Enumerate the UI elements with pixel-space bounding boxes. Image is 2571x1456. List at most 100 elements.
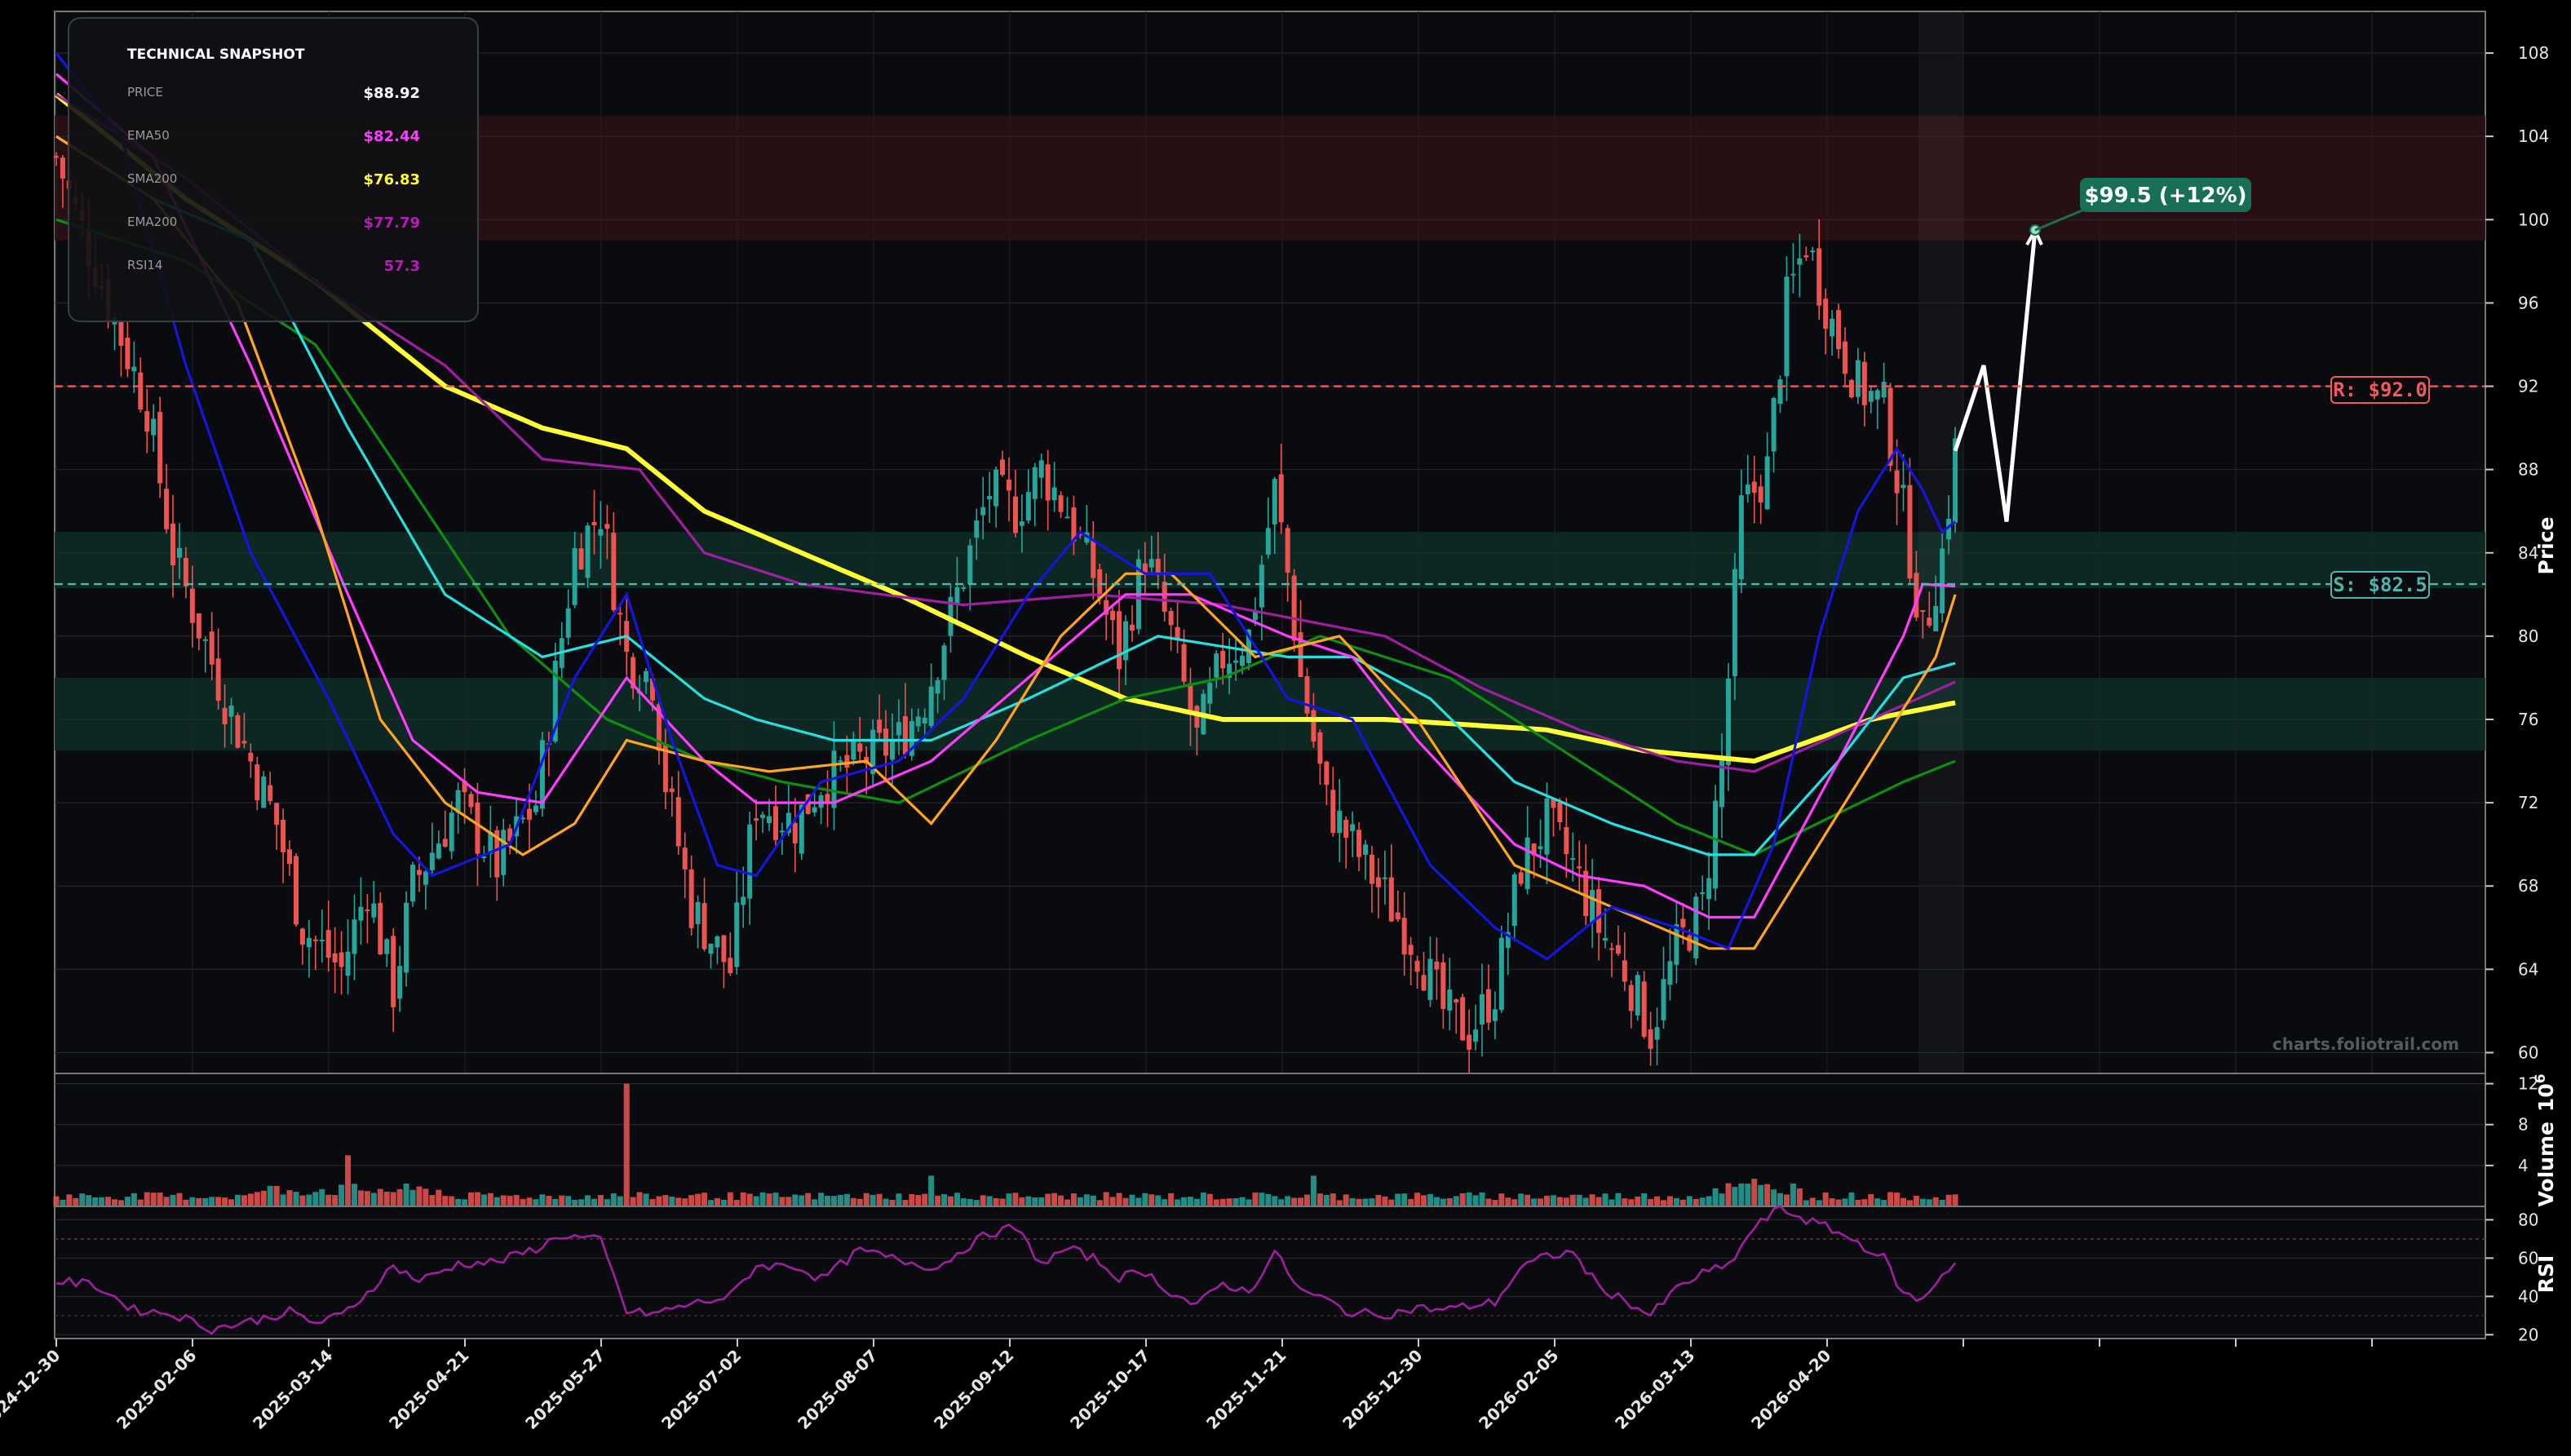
volume-bar: [1926, 1199, 1932, 1206]
candle-body: [1467, 1034, 1472, 1050]
volume-bar: [1615, 1193, 1622, 1206]
snapshot-value: 57.3: [384, 258, 420, 275]
volume-bar: [1524, 1194, 1531, 1206]
snapshot-key: PRICE: [127, 85, 163, 100]
candle-body: [131, 366, 137, 372]
volume-bar: [1679, 1199, 1686, 1206]
candle-body: [533, 805, 538, 812]
candle-body: [734, 902, 740, 967]
candle-body: [371, 903, 377, 918]
volume-bar: [1822, 1192, 1829, 1206]
candle-body: [928, 686, 934, 726]
volume-bar: [286, 1190, 293, 1206]
candle-body: [1596, 889, 1602, 933]
candle-body: [1401, 918, 1407, 955]
candle-body: [1454, 999, 1459, 1002]
snapshot-value: $88.92: [364, 85, 420, 102]
candle-body: [1278, 474, 1284, 523]
candle-body: [1091, 540, 1096, 578]
candle-body: [1803, 254, 1809, 258]
candle-body: [332, 953, 338, 963]
candle-body: [1285, 528, 1290, 573]
volume-bar: [364, 1191, 370, 1206]
volume-bar: [1291, 1197, 1298, 1206]
volume-bar: [1699, 1197, 1706, 1206]
candle-body: [1848, 380, 1854, 398]
volume-bar: [1719, 1193, 1725, 1206]
volume-bar: [805, 1193, 812, 1206]
volume-bar: [662, 1195, 669, 1206]
volume-bar: [1219, 1198, 1226, 1206]
snapshot-value: $82.44: [364, 128, 420, 145]
volume-bar: [759, 1192, 766, 1206]
target-label: $99.5 (+12%): [2080, 178, 2251, 212]
candle-body: [312, 939, 318, 941]
volume-bar: [1666, 1196, 1673, 1206]
candle-body: [1337, 810, 1343, 834]
volume-bar: [86, 1195, 92, 1206]
volume-bar: [247, 1193, 254, 1206]
volume-bar: [1349, 1197, 1356, 1206]
volume-bar: [1025, 1196, 1032, 1206]
candle-body: [1940, 548, 1945, 613]
candle-body: [1485, 989, 1491, 1023]
candle-body: [1473, 1029, 1479, 1042]
candle-body: [896, 722, 901, 736]
volume-bar: [480, 1194, 487, 1206]
volume-bar: [1479, 1192, 1485, 1206]
volume-bar: [131, 1193, 137, 1206]
candle-body: [1317, 732, 1323, 764]
candle-body: [1343, 820, 1349, 839]
candle-body: [1758, 486, 1763, 503]
volume-bar: [896, 1193, 902, 1206]
snapshot-key: SMA200: [127, 171, 177, 186]
volume-bar: [604, 1199, 610, 1206]
candle-body: [675, 797, 681, 847]
volume-bar: [565, 1196, 572, 1206]
volume-bar: [1790, 1183, 1796, 1206]
volume-bar: [1414, 1193, 1421, 1206]
volume-bar: [1096, 1200, 1103, 1206]
candle-body: [1480, 994, 1485, 1025]
candle-body: [1460, 997, 1466, 1041]
candle-body: [1265, 528, 1271, 555]
candle-body: [176, 547, 182, 558]
volume-panel-bg: [54, 1073, 2486, 1207]
volume-bar: [1012, 1193, 1019, 1206]
volume-bar: [993, 1197, 999, 1206]
volume-bar: [1563, 1197, 1569, 1206]
snapshot-key: EMA200: [127, 215, 177, 229]
volume-bar: [1939, 1199, 1945, 1206]
price-tick-label: 64: [2518, 959, 2538, 979]
candle-body: [1524, 837, 1530, 890]
volume-bar: [792, 1194, 799, 1206]
volume-bar: [1809, 1197, 1816, 1206]
candle-body: [1382, 877, 1387, 879]
volume-bar: [222, 1197, 228, 1206]
volume-bar: [1070, 1193, 1077, 1206]
volume-bar: [416, 1186, 423, 1206]
volume-bar: [688, 1195, 695, 1206]
volume-bar: [1032, 1197, 1038, 1206]
candle-body: [792, 822, 798, 843]
candle-body: [922, 717, 927, 724]
volume-bar: [1109, 1197, 1116, 1206]
candle-body: [1148, 559, 1154, 568]
volume-axis-title: Volume 106: [2533, 1073, 2558, 1206]
volume-bar: [1285, 1196, 1291, 1206]
volume-bar: [941, 1194, 948, 1206]
volume-bar: [1083, 1194, 1090, 1206]
candle-body: [1025, 492, 1031, 521]
volume-bar: [1887, 1192, 1894, 1206]
candle-body: [222, 707, 228, 725]
candle-body: [1162, 582, 1167, 612]
candle-body: [449, 812, 454, 852]
candle-body: [1408, 945, 1414, 955]
volume-bar: [928, 1175, 935, 1206]
rsi-axis-title: RSI: [2534, 1255, 2558, 1294]
candle-body: [345, 951, 351, 976]
candle-body: [1894, 470, 1900, 493]
volume-bar: [1298, 1197, 1304, 1206]
snapshot-key: EMA50: [127, 128, 170, 143]
candle-body: [1830, 318, 1835, 337]
